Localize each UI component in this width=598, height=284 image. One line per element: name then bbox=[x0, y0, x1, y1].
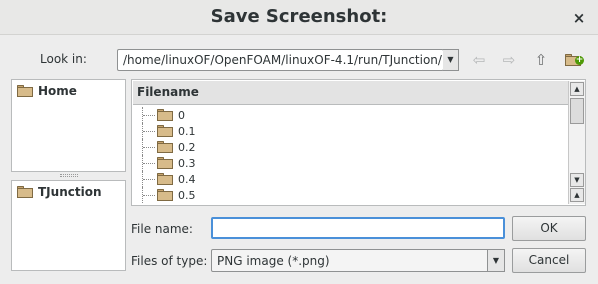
file-name-text: 0.5 bbox=[178, 188, 196, 202]
look-in-label: Look in: bbox=[40, 52, 87, 66]
file-name-label: File name: bbox=[131, 222, 193, 236]
filename-column-header[interactable]: Filename bbox=[133, 81, 568, 105]
list-item[interactable]: 0.2 bbox=[142, 139, 567, 155]
file-type-label: Files of type: bbox=[131, 254, 208, 268]
scroll-up-icon[interactable]: ▲ bbox=[570, 188, 584, 202]
list-item[interactable]: 0.3 bbox=[142, 155, 567, 171]
list-item[interactable]: 0 bbox=[142, 107, 567, 123]
sidebar-item-label: TJunction bbox=[38, 185, 102, 199]
list-item[interactable]: 0.1 bbox=[142, 123, 567, 139]
file-name-text: 0.3 bbox=[178, 156, 196, 170]
list-item[interactable]: 0.4 bbox=[142, 171, 567, 187]
file-type-select[interactable]: PNG image (*.png) bbox=[211, 249, 505, 272]
window-title: Save Screenshot: bbox=[210, 6, 388, 27]
list-item[interactable]: 0.5 bbox=[142, 187, 567, 203]
folder-icon bbox=[17, 85, 33, 97]
folder-icon bbox=[157, 141, 173, 153]
sidebar-item-label: Home bbox=[38, 84, 77, 98]
folder-icon bbox=[157, 189, 173, 201]
file-name-text: 0.2 bbox=[178, 140, 196, 154]
sidebar-item-home[interactable]: Home bbox=[17, 84, 77, 98]
ok-button[interactable]: OK bbox=[512, 216, 586, 241]
sidebar-panel-tjunction[interactable]: TJunction bbox=[11, 180, 126, 271]
chevron-down-icon[interactable]: ▼ bbox=[443, 49, 459, 71]
vertical-scrollbar[interactable]: ▲ ▼ ▲ bbox=[568, 81, 585, 204]
new-folder-icon[interactable]: + bbox=[564, 51, 584, 69]
look-in-path-combo[interactable]: /home/linuxOF/OpenFOAM/linuxOF-4.1/run/T… bbox=[117, 49, 444, 71]
folder-icon bbox=[157, 109, 173, 121]
scroll-down-icon[interactable]: ▼ bbox=[570, 173, 584, 187]
file-name-text: 0.4 bbox=[178, 172, 196, 186]
splitter-handle[interactable] bbox=[60, 174, 78, 177]
cancel-button[interactable]: Cancel bbox=[512, 248, 586, 273]
sidebar-item-tjunction[interactable]: TJunction bbox=[17, 185, 102, 199]
scrollbar-thumb[interactable] bbox=[570, 98, 584, 124]
parent-dir-icon[interactable]: ⇧ bbox=[531, 50, 551, 70]
back-icon[interactable]: ⇦ bbox=[469, 50, 489, 70]
folder-icon bbox=[157, 125, 173, 137]
plus-icon: + bbox=[575, 55, 584, 65]
scroll-up-icon[interactable]: ▲ bbox=[570, 82, 584, 96]
forward-icon[interactable]: ⇨ bbox=[499, 50, 519, 70]
folder-icon bbox=[157, 157, 173, 169]
file-rows: 0 0.1 0.2 0.3 0.4 0.5 bbox=[142, 107, 567, 203]
folder-icon bbox=[157, 173, 173, 185]
file-name-input[interactable] bbox=[211, 217, 505, 239]
sidebar-panel-home[interactable]: Home bbox=[11, 79, 126, 172]
folder-icon bbox=[17, 186, 33, 198]
file-list[interactable]: Filename 0 0.1 0.2 0.3 0.4 0.5 ▲ ▼ ▲ bbox=[131, 79, 586, 206]
file-name-text: 0 bbox=[178, 108, 185, 122]
close-icon[interactable]: × bbox=[570, 9, 588, 27]
file-name-text: 0.1 bbox=[178, 124, 196, 138]
chevron-down-icon[interactable]: ▼ bbox=[487, 249, 505, 272]
